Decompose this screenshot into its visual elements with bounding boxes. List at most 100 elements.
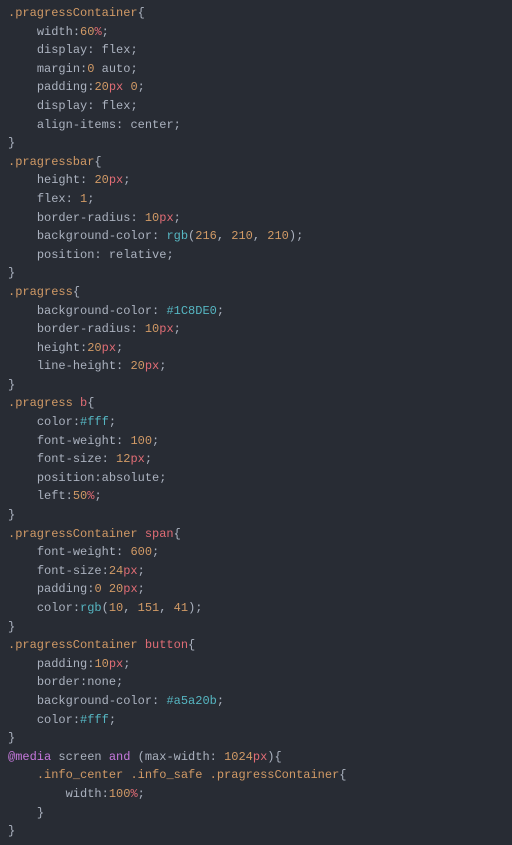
token-comma: ,	[217, 229, 231, 243]
code-line[interactable]: }	[8, 264, 512, 283]
token-func: rgb	[166, 229, 188, 243]
code-editor[interactable]: .pragressContainer{ width:60%; display: …	[0, 0, 512, 845]
code-line[interactable]: height:20px;	[8, 339, 512, 358]
code-line[interactable]: .pragress{	[8, 283, 512, 302]
code-line[interactable]: width:100%;	[8, 785, 512, 804]
token-punc: {	[138, 6, 145, 20]
code-line[interactable]: color:#fff;	[8, 413, 512, 432]
token-hex: #fff	[80, 415, 109, 429]
token-punc: :	[152, 229, 166, 243]
code-line[interactable]: }	[8, 729, 512, 748]
code-line[interactable]: border-radius: 10px;	[8, 320, 512, 339]
token-prop: background-color	[37, 304, 152, 318]
token-punc: {	[188, 638, 195, 652]
token-prop: border-radius	[37, 322, 131, 336]
code-line[interactable]: font-size:24px;	[8, 562, 512, 581]
token-paren: (	[138, 750, 145, 764]
token-num: 20	[130, 359, 144, 373]
code-line[interactable]: padding:20px 0;	[8, 78, 512, 97]
code-line[interactable]: left:50%;	[8, 487, 512, 506]
token-punc: :	[80, 173, 94, 187]
token-prop: padding	[37, 582, 87, 596]
token-num: 20	[109, 582, 123, 596]
code-line[interactable]: color:rgb(10, 151, 41);	[8, 599, 512, 618]
token-punc: ;	[87, 192, 94, 206]
code-line[interactable]: align-items: center;	[8, 116, 512, 135]
token-punc: }	[8, 620, 15, 634]
token-punc: :	[73, 713, 80, 727]
code-line[interactable]: background-color: #1C8DE0;	[8, 302, 512, 321]
code-line[interactable]: border-radius: 10px;	[8, 209, 512, 228]
token-kw: and	[109, 750, 131, 764]
code-line[interactable]: height: 20px;	[8, 171, 512, 190]
code-line[interactable]: display: flex;	[8, 41, 512, 60]
token-punc: {	[94, 155, 101, 169]
code-line[interactable]: }	[8, 804, 512, 823]
token-punc: ;	[116, 675, 123, 689]
token-val: screen	[51, 750, 109, 764]
token-comma: ,	[159, 601, 173, 615]
token-prop: line-height	[37, 359, 116, 373]
token-unit: px	[130, 452, 144, 466]
code-line[interactable]: color:#fff;	[8, 711, 512, 730]
code-line[interactable]: padding:0 20px;	[8, 580, 512, 599]
code-line[interactable]: padding:10px;	[8, 655, 512, 674]
code-line[interactable]: font-weight: 600;	[8, 543, 512, 562]
code-line[interactable]: width:60%;	[8, 23, 512, 42]
code-line[interactable]: .info_center .info_safe .pragressContain…	[8, 766, 512, 785]
token-num: 50	[73, 489, 87, 503]
token-prop: flex	[37, 192, 66, 206]
token-punc: ;	[217, 694, 224, 708]
token-punc: :	[94, 471, 101, 485]
code-line[interactable]: border:none;	[8, 673, 512, 692]
token-punc: ;	[138, 80, 145, 94]
token-punc: ;	[159, 359, 166, 373]
token-num: 12	[116, 452, 130, 466]
token-num: 100	[130, 434, 152, 448]
code-line[interactable]: @media screen and (max-width: 1024px){	[8, 748, 512, 767]
token-hex: #a5a20b	[166, 694, 216, 708]
code-line[interactable]: background-color: rgb(216, 210, 210);	[8, 227, 512, 246]
token-unit: px	[159, 322, 173, 336]
token-punc: ;	[116, 341, 123, 355]
code-line[interactable]: background-color: #a5a20b;	[8, 692, 512, 711]
token-prop: align-items	[37, 118, 116, 132]
code-line[interactable]: font-weight: 100;	[8, 432, 512, 451]
code-line[interactable]: }	[8, 134, 512, 153]
code-line[interactable]: .pragressContainer span{	[8, 525, 512, 544]
code-line[interactable]: position: relative;	[8, 246, 512, 265]
token-sel: .pragressContainer	[8, 6, 138, 20]
token-sel	[138, 527, 145, 541]
code-line[interactable]: }	[8, 618, 512, 637]
code-line[interactable]: line-height: 20px;	[8, 357, 512, 376]
token-num: 41	[174, 601, 188, 615]
token-punc: :	[152, 304, 166, 318]
code-line[interactable]: font-size: 12px;	[8, 450, 512, 469]
code-line[interactable]: }	[8, 822, 512, 841]
token-unit: px	[109, 173, 123, 187]
code-line[interactable]: margin:0 auto;	[8, 60, 512, 79]
token-punc: ;	[123, 173, 130, 187]
code-line[interactable]: position:absolute;	[8, 469, 512, 488]
code-line[interactable]: }	[8, 376, 512, 395]
token-unit: px	[102, 341, 116, 355]
token-num: 210	[231, 229, 253, 243]
token-punc: {	[73, 285, 80, 299]
code-line[interactable]: }	[8, 506, 512, 525]
token-num: 1024	[224, 750, 253, 764]
token-prop: padding	[37, 80, 87, 94]
token-paren: )	[289, 229, 296, 243]
token-punc: {	[274, 750, 281, 764]
code-line[interactable]: .pragressContainer{	[8, 4, 512, 23]
code-line[interactable]: flex: 1;	[8, 190, 512, 209]
token-punc: :	[130, 211, 144, 225]
token-prop: position	[37, 248, 95, 262]
code-line[interactable]: .pragressbar{	[8, 153, 512, 172]
token-prop: font-size	[37, 452, 102, 466]
token-unit: px	[123, 582, 137, 596]
code-line[interactable]: display: flex;	[8, 97, 512, 116]
token-punc: :	[80, 675, 87, 689]
code-line[interactable]: .pragress b{	[8, 394, 512, 413]
token-prop: color	[37, 601, 73, 615]
code-line[interactable]: .pragressContainer button{	[8, 636, 512, 655]
